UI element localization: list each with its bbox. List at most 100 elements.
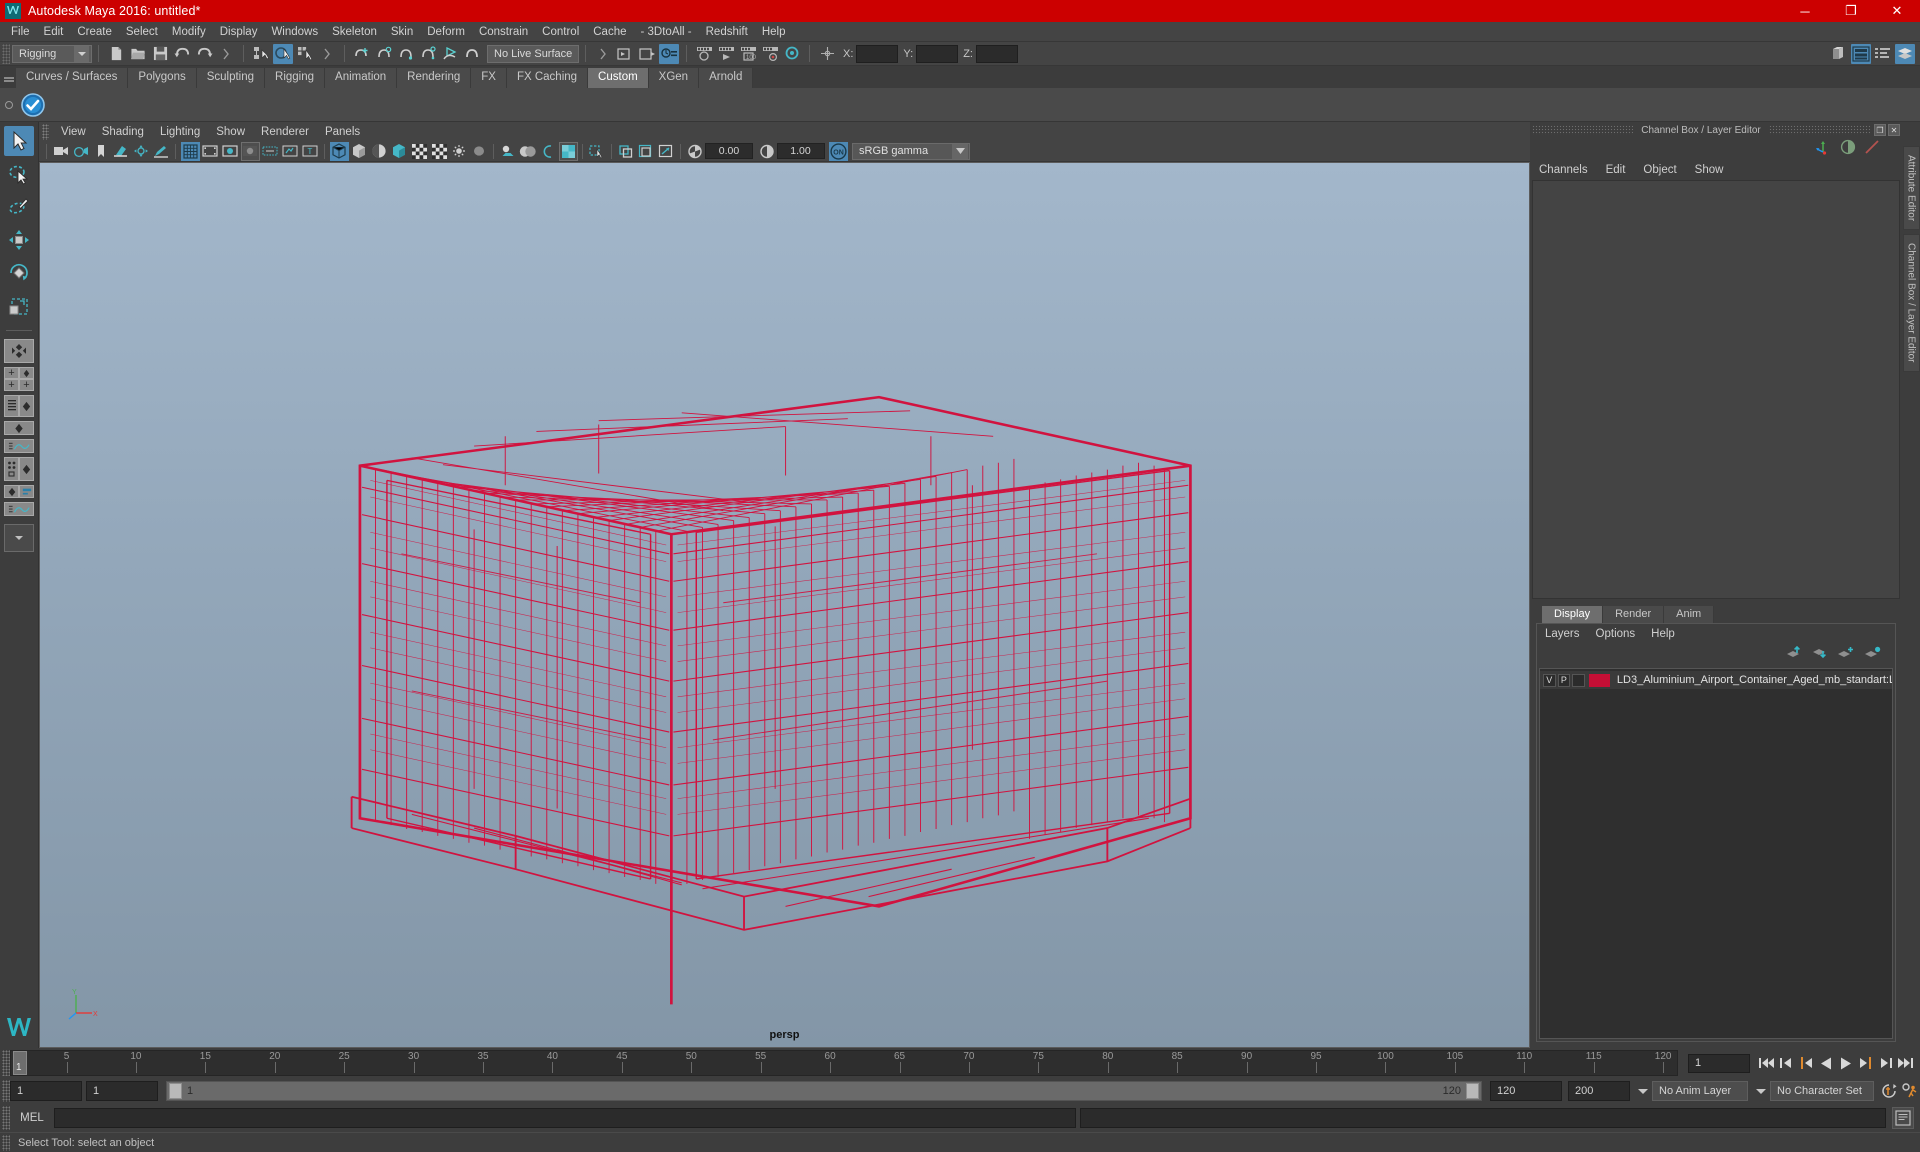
- command-input[interactable]: [54, 1108, 1076, 1128]
- ipr-render-icon[interactable]: [694, 44, 714, 64]
- viewport-menu-lighting[interactable]: Lighting: [152, 125, 208, 139]
- channel-box-content[interactable]: [1532, 180, 1900, 599]
- current-time-indicator[interactable]: 1: [13, 1051, 27, 1075]
- snap-to-grid-icon[interactable]: [352, 44, 372, 64]
- menu-set-selector[interactable]: Rigging: [12, 44, 92, 63]
- show-hide-attribute-editor-icon[interactable]: [1851, 44, 1871, 64]
- layout-outliner-persp[interactable]: [3, 395, 35, 417]
- viewport-menu-view[interactable]: View: [53, 125, 94, 139]
- layout-persp-only[interactable]: [3, 421, 35, 435]
- layout-hypergraph-persp[interactable]: [3, 457, 35, 481]
- playback-start-time-field[interactable]: 1: [86, 1081, 158, 1101]
- layer-playback-toggle[interactable]: P: [1557, 673, 1571, 687]
- wireframe-icon[interactable]: [329, 141, 349, 161]
- make-live-icon[interactable]: [462, 44, 482, 64]
- layout-persp-outliner-split[interactable]: [3, 485, 35, 498]
- viewport-menu-renderer[interactable]: Renderer: [253, 125, 317, 139]
- step-back-key-icon[interactable]: [1796, 1053, 1816, 1073]
- use-default-lighting-icon[interactable]: [450, 142, 469, 161]
- image-plane-icon[interactable]: [112, 142, 131, 161]
- half-circle-icon[interactable]: [1840, 139, 1856, 160]
- character-set-chevron-icon[interactable]: [1754, 1089, 1768, 1094]
- shelf-tab-xgen[interactable]: XGen: [648, 68, 700, 88]
- statusline-expand-3[interactable]: [593, 44, 613, 64]
- layer-tab-display[interactable]: Display: [1542, 606, 1604, 623]
- resolution-gate-icon[interactable]: [221, 142, 240, 161]
- layer-state-toggle[interactable]: [1572, 673, 1585, 687]
- snap-to-point-icon[interactable]: [396, 44, 416, 64]
- channel-box-menu-show[interactable]: Show: [1686, 163, 1733, 177]
- layer-tab-anim[interactable]: Anim: [1664, 606, 1715, 623]
- snap-to-view-plane-icon[interactable]: [440, 44, 460, 64]
- shelf-tab-fx-caching[interactable]: FX Caching: [506, 68, 589, 88]
- menu-constrain[interactable]: Constrain: [472, 24, 535, 40]
- layer-row[interactable]: V P LD3_Aluminium_Airport_Container_Aged_m…: [1540, 671, 1892, 689]
- statusline-expand-1[interactable]: [216, 44, 236, 64]
- shaded-textured-icon[interactable]: [390, 142, 409, 161]
- diagonal-line-icon[interactable]: [1864, 139, 1880, 160]
- range-slider-bar[interactable]: 1 120: [166, 1081, 1482, 1101]
- isolate-select-icon[interactable]: [588, 142, 607, 161]
- close-button[interactable]: ✕: [1874, 0, 1920, 22]
- render-sequence-icon[interactable]: [637, 44, 657, 64]
- motion-blur-icon[interactable]: [539, 142, 558, 161]
- menu-control[interactable]: Control: [535, 24, 586, 40]
- shelf-tab-curves-surfaces[interactable]: Curves / Surfaces: [16, 68, 129, 88]
- select-by-hierarchy-icon[interactable]: [251, 44, 271, 64]
- gamma-icon[interactable]: [757, 142, 776, 161]
- move-layer-down-icon[interactable]: [1811, 646, 1827, 664]
- script-editor-icon[interactable]: [1892, 1107, 1914, 1129]
- anim-layer-chevron-icon[interactable]: [1636, 1089, 1650, 1094]
- shelf-tab-animation[interactable]: Animation: [325, 68, 398, 88]
- texture-checker-2-icon[interactable]: [430, 142, 449, 161]
- safe-action-icon[interactable]: [281, 142, 300, 161]
- range-slider-grip[interactable]: [2, 1080, 10, 1102]
- layer-list[interactable]: V P LD3_Aluminium_Airport_Container_Aged_m…: [1539, 668, 1893, 1039]
- range-end-handle[interactable]: [1466, 1083, 1479, 1099]
- play-forwards-icon[interactable]: [1836, 1053, 1856, 1073]
- undo-icon[interactable]: [172, 44, 192, 64]
- shelf-tab-sculpting[interactable]: Sculpting: [196, 68, 266, 88]
- vertical-tab-attribute-editor[interactable]: Attribute Editor: [1902, 146, 1920, 231]
- shelf-grip[interactable]: [2, 68, 16, 88]
- close-panel-button[interactable]: ✕: [1888, 124, 1901, 136]
- live-surface-field[interactable]: No Live Surface: [487, 44, 579, 63]
- render-globals-icon[interactable]: [782, 44, 802, 64]
- shelf-item-3dtoall-check[interactable]: [16, 89, 50, 121]
- menu-redshift[interactable]: Redshift: [699, 24, 755, 40]
- playback-end-time-field[interactable]: 120: [1490, 1081, 1562, 1101]
- show-hide-modeling-toolkit-icon[interactable]: [1829, 44, 1849, 64]
- select-tool[interactable]: [4, 126, 34, 156]
- y-coordinate-field[interactable]: [916, 44, 959, 63]
- menu-display[interactable]: Display: [213, 24, 265, 40]
- x-coordinate-field[interactable]: [856, 44, 899, 63]
- xray-joints-icon[interactable]: [637, 142, 656, 161]
- menu-edit[interactable]: Edit: [37, 24, 71, 40]
- anim-layer-selector[interactable]: No Anim Layer: [1652, 1081, 1748, 1101]
- menu-3dtoall[interactable]: - 3DtoAll -: [634, 24, 699, 40]
- field-chart-icon[interactable]: T: [301, 142, 320, 161]
- shelf-tab-custom[interactable]: Custom: [588, 68, 649, 88]
- all-lights-icon[interactable]: [470, 142, 489, 161]
- layout-four-view[interactable]: + + +: [3, 367, 35, 391]
- channel-box-menu-channels[interactable]: Channels: [1530, 163, 1597, 177]
- layer-menu-layers[interactable]: Layers: [1537, 627, 1588, 641]
- channel-box-menu-object[interactable]: Object: [1634, 163, 1685, 177]
- step-forward-frame-icon[interactable]: [1876, 1053, 1896, 1073]
- open-render-view-icon[interactable]: [615, 44, 635, 64]
- multisample-aa-icon[interactable]: [558, 141, 578, 161]
- new-scene-icon[interactable]: [106, 44, 126, 64]
- scale-tool[interactable]: [4, 291, 34, 321]
- menu-cache[interactable]: Cache: [586, 24, 633, 40]
- show-hide-layer-editor-icon[interactable]: [1895, 44, 1915, 64]
- redshift-render-icon[interactable]: [760, 44, 780, 64]
- current-frame-field[interactable]: 1: [1688, 1053, 1750, 1073]
- layout-graph-editor-persp[interactable]: [3, 439, 35, 453]
- layer-menu-options[interactable]: Options: [1588, 627, 1644, 641]
- maximize-button[interactable]: ❐: [1828, 0, 1874, 22]
- xray-icon[interactable]: [617, 142, 636, 161]
- layer-tab-render[interactable]: Render: [1603, 606, 1665, 623]
- rotate-tool[interactable]: [4, 258, 34, 288]
- layer-name[interactable]: LD3_Aluminium_Airport_Container_Aged_mb_…: [1617, 674, 1892, 686]
- lock-camera-icon[interactable]: [72, 142, 91, 161]
